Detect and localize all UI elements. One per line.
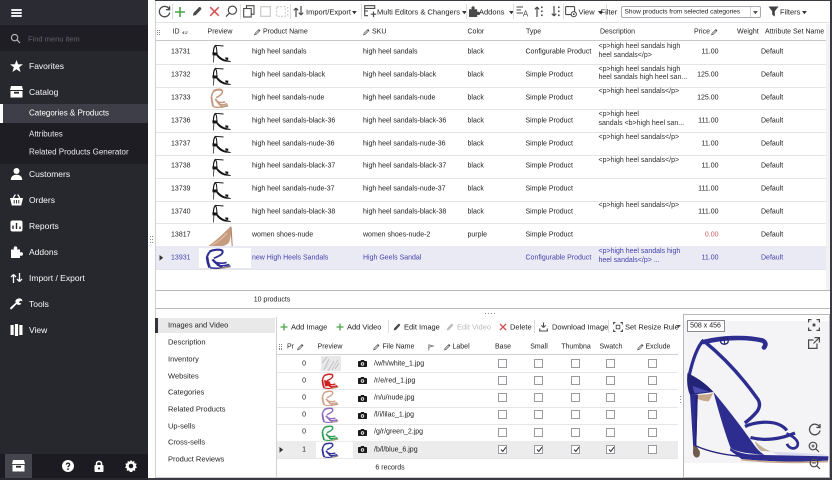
- svg-text:A: A: [522, 9, 528, 18]
